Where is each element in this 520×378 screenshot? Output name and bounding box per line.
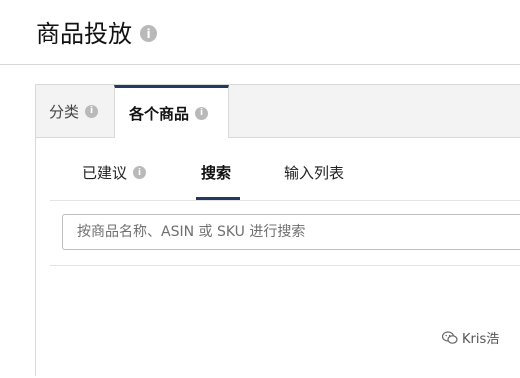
page-title-text: 商品投放 bbox=[36, 20, 132, 48]
tab-categories-label: 分类 bbox=[49, 102, 80, 121]
info-icon[interactable]: i bbox=[85, 104, 99, 118]
subtab-enter-list-label: 输入列表 bbox=[284, 164, 345, 182]
product-search-input[interactable] bbox=[62, 214, 520, 250]
info-icon[interactable]: i bbox=[133, 166, 147, 179]
tab-bar: 分类 i 各个商品 i bbox=[36, 85, 520, 138]
subtab-search[interactable]: 搜索 bbox=[201, 162, 231, 183]
info-icon[interactable]: i bbox=[140, 25, 157, 42]
info-icon[interactable]: i bbox=[195, 106, 209, 120]
tab-individual-products-label: 各个商品 bbox=[129, 104, 190, 123]
subtab-divider bbox=[50, 200, 520, 201]
page-title: 商品投放 i bbox=[36, 14, 157, 49]
wechat-icon bbox=[442, 330, 458, 344]
subtab-enter-list[interactable]: 输入列表 bbox=[284, 162, 344, 183]
tab-individual-products[interactable]: 各个商品 i bbox=[114, 85, 229, 138]
watermark-text: Kris浩 bbox=[462, 332, 500, 347]
subtab-suggested-label: 已建议 bbox=[82, 164, 128, 182]
tab-categories[interactable]: 分类 i bbox=[49, 85, 99, 137]
header-divider bbox=[0, 64, 520, 65]
watermark: Kris浩 bbox=[442, 328, 499, 347]
subtab-suggested[interactable]: 已建议 i bbox=[82, 162, 147, 183]
content-divider bbox=[50, 265, 520, 266]
subtab-search-label: 搜索 bbox=[201, 164, 232, 182]
